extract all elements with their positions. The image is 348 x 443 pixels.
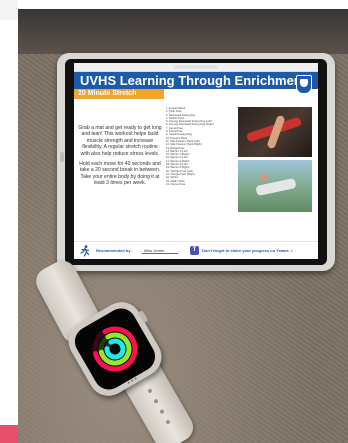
tablet: UVHS Learning Through Enrichment 20 Minu… <box>57 53 335 271</box>
signature-line <box>142 253 178 254</box>
left-edge-pink <box>0 425 18 443</box>
activity-rings-icon <box>92 326 138 372</box>
move-list: 1. Forward Bend 2. Chair Pose 3. Downwar… <box>166 107 234 186</box>
digital-crown <box>137 310 149 324</box>
home-button <box>60 152 64 162</box>
instructions-text: Hold each move for 40 seconds and take a… <box>79 161 161 187</box>
subtitle-bar: 20 Minute Stretch <box>74 89 164 99</box>
list-item: 24. Corpse Pose <box>166 182 186 186</box>
photo: UVHS Learning Through Enrichment 20 Minu… <box>18 9 348 443</box>
stretch-photo-1 <box>238 107 312 157</box>
poster-banner: UVHS Learning Through Enrichment <box>74 72 318 89</box>
browser-bar <box>74 63 318 72</box>
tablet-screen: UVHS Learning Through Enrichment 20 Minu… <box>74 63 318 259</box>
runner-icon <box>80 245 90 257</box>
poster-body: Grab a mat and get ready to get long and… <box>78 125 162 191</box>
left-edge-light <box>0 0 18 20</box>
band-hole <box>159 408 165 415</box>
poster-footer: Recommended by: Miss Green T Don't forge… <box>74 241 318 259</box>
band-hole <box>153 398 159 404</box>
photo-figure-head <box>260 174 268 182</box>
band-hole <box>165 419 171 425</box>
band-hole <box>147 388 153 394</box>
crest-inner <box>300 79 308 87</box>
stretch-photo-2 <box>238 160 312 212</box>
intro-text: Grab a mat and get ready to get long and… <box>78 125 162 157</box>
background-wall <box>18 9 348 54</box>
teams-icon: T <box>190 246 199 255</box>
poster-title: UVHS Learning Through Enrichment <box>80 73 307 88</box>
recommended-label: Recommended by: <box>96 248 132 253</box>
address-bar <box>174 65 218 69</box>
teams-reminder: Don't forget to share your progress on T… <box>202 248 294 253</box>
school-crest-icon <box>296 75 312 94</box>
poster-subtitle: 20 Minute Stretch <box>78 90 137 97</box>
